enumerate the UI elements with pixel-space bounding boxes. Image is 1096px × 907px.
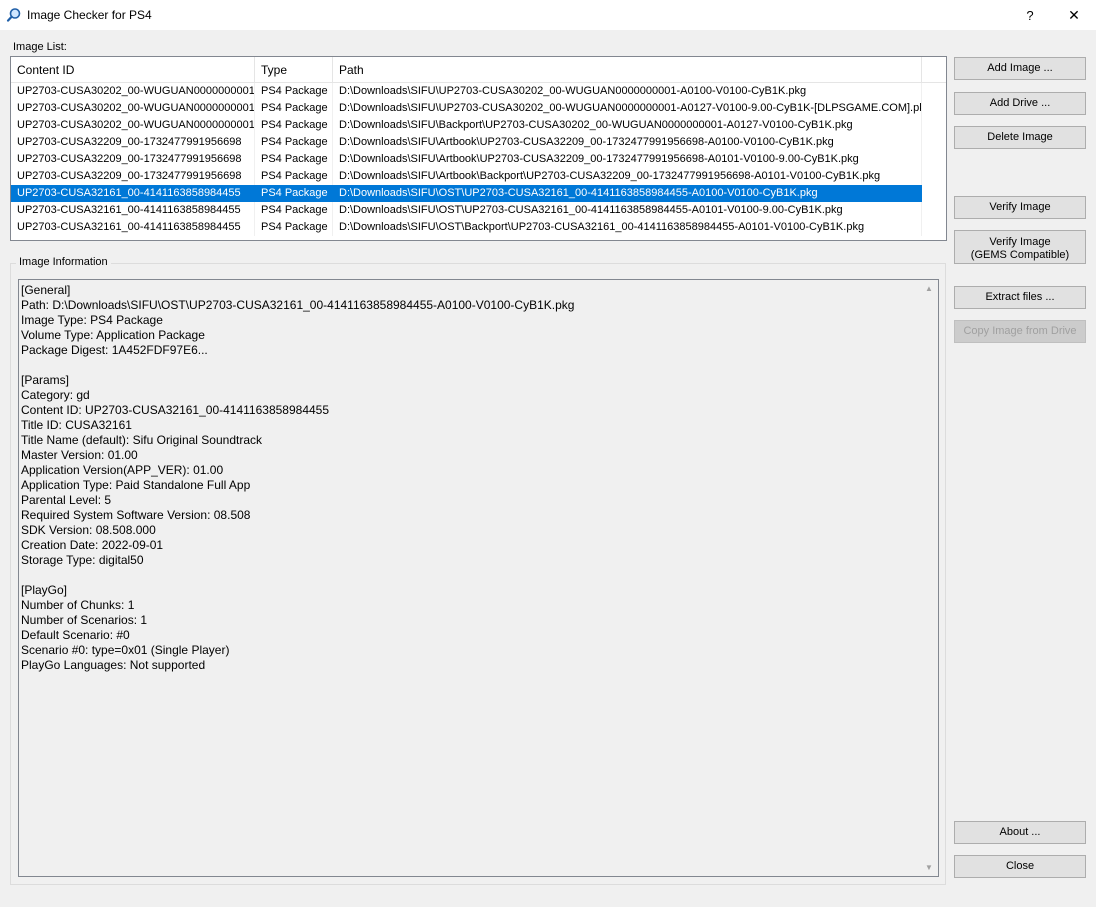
table-row[interactable]: UP2703-CUSA30202_00-WUGUAN0000000001 PS4…	[11, 100, 946, 117]
verify-image-gems-button[interactable]: Verify Image (GEMS Compatible)	[954, 230, 1086, 264]
image-information-text: [General] Path: D:\Downloads\SIFU\OST\UP…	[21, 283, 575, 672]
cell-content-id: UP2703-CUSA32161_00-4141163858984455	[11, 219, 255, 236]
cell-path: D:\Downloads\SIFU\OST\UP2703-CUSA32161_0…	[333, 202, 922, 219]
app-magnifier-icon	[6, 8, 21, 22]
cell-content-id: UP2703-CUSA32209_00-1732477991956698	[11, 134, 255, 151]
extract-files-button[interactable]: Extract files ...	[954, 286, 1086, 309]
cell-content-id: UP2703-CUSA32209_00-1732477991956698	[11, 168, 255, 185]
table-row[interactable]: UP2703-CUSA32209_00-1732477991956698 PS4…	[11, 134, 946, 151]
cell-path: D:\Downloads\SIFU\UP2703-CUSA30202_00-WU…	[333, 83, 922, 100]
list-rows: UP2703-CUSA30202_00-WUGUAN0000000001 PS4…	[11, 83, 946, 236]
list-header: Content ID Type Path	[11, 57, 946, 83]
scroll-up-icon[interactable]: ▲	[925, 284, 933, 293]
table-row[interactable]: UP2703-CUSA32161_00-4141163858984455 PS4…	[11, 202, 946, 219]
cell-type: PS4 Package	[255, 134, 333, 151]
cell-type: PS4 Package	[255, 202, 333, 219]
cell-path: D:\Downloads\SIFU\OST\UP2703-CUSA32161_0…	[333, 185, 922, 202]
table-row[interactable]: UP2703-CUSA32161_00-4141163858984455 PS4…	[11, 219, 946, 236]
cell-type: PS4 Package	[255, 185, 333, 202]
cell-path: D:\Downloads\SIFU\Artbook\UP2703-CUSA322…	[333, 151, 922, 168]
image-list[interactable]: Content ID Type Path UP2703-CUSA30202_00…	[10, 56, 947, 241]
table-row-selected[interactable]: UP2703-CUSA32161_00-4141163858984455 PS4…	[11, 185, 922, 202]
cell-path: D:\Downloads\SIFU\Backport\UP2703-CUSA30…	[333, 117, 922, 134]
verify-image-button[interactable]: Verify Image	[954, 196, 1086, 219]
window-title: Image Checker for PS4	[27, 8, 152, 22]
table-row[interactable]: UP2703-CUSA30202_00-WUGUAN0000000001 PS4…	[11, 117, 946, 134]
close-button[interactable]: Close	[954, 855, 1086, 878]
cell-type: PS4 Package	[255, 100, 333, 117]
delete-image-button[interactable]: Delete Image	[954, 126, 1086, 149]
scroll-down-icon[interactable]: ▼	[925, 863, 933, 872]
table-row[interactable]: UP2703-CUSA32209_00-1732477991956698 PS4…	[11, 151, 946, 168]
cell-path: D:\Downloads\SIFU\OST\Backport\UP2703-CU…	[333, 219, 922, 236]
about-button[interactable]: About ...	[954, 821, 1086, 844]
verify-gems-line2: (GEMS Compatible)	[970, 248, 1070, 261]
image-information-label: Image Information	[16, 256, 111, 268]
add-image-button[interactable]: Add Image ...	[954, 57, 1086, 80]
image-list-label: Image List:	[13, 41, 67, 53]
table-row[interactable]: UP2703-CUSA30202_00-WUGUAN0000000001 PS4…	[11, 83, 946, 100]
table-row[interactable]: UP2703-CUSA32209_00-1732477991956698 PS4…	[11, 168, 946, 185]
vertical-scrollbar[interactable]: ▲ ▼	[921, 280, 938, 876]
cell-content-id: UP2703-CUSA30202_00-WUGUAN0000000001	[11, 117, 255, 134]
window-close-button[interactable]: ✕	[1052, 0, 1096, 30]
cell-content-id: UP2703-CUSA30202_00-WUGUAN0000000001	[11, 83, 255, 100]
cell-content-id: UP2703-CUSA30202_00-WUGUAN0000000001	[11, 100, 255, 117]
cell-content-id: UP2703-CUSA32161_00-4141163858984455	[11, 185, 255, 202]
cell-content-id: UP2703-CUSA32161_00-4141163858984455	[11, 202, 255, 219]
column-header-path[interactable]: Path	[333, 57, 922, 83]
cell-type: PS4 Package	[255, 151, 333, 168]
cell-type: PS4 Package	[255, 117, 333, 134]
cell-type: PS4 Package	[255, 83, 333, 100]
cell-type: PS4 Package	[255, 168, 333, 185]
verify-gems-line1: Verify Image	[989, 235, 1051, 248]
image-information-textbox[interactable]: [General] Path: D:\Downloads\SIFU\OST\UP…	[18, 279, 939, 877]
column-header-type[interactable]: Type	[255, 57, 333, 83]
cell-path: D:\Downloads\SIFU\UP2703-CUSA30202_00-WU…	[333, 100, 922, 117]
cell-content-id: UP2703-CUSA32209_00-1732477991956698	[11, 151, 255, 168]
title-bar: Image Checker for PS4 ? ✕	[0, 0, 1096, 30]
cell-path: D:\Downloads\SIFU\Artbook\Backport\UP270…	[333, 168, 922, 185]
cell-type: PS4 Package	[255, 219, 333, 236]
help-button[interactable]: ?	[1008, 0, 1052, 30]
add-drive-button[interactable]: Add Drive ...	[954, 92, 1086, 115]
cell-path: D:\Downloads\SIFU\Artbook\UP2703-CUSA322…	[333, 134, 922, 151]
copy-image-from-drive-button: Copy Image from Drive	[954, 320, 1086, 343]
column-header-content-id[interactable]: Content ID	[11, 57, 255, 83]
